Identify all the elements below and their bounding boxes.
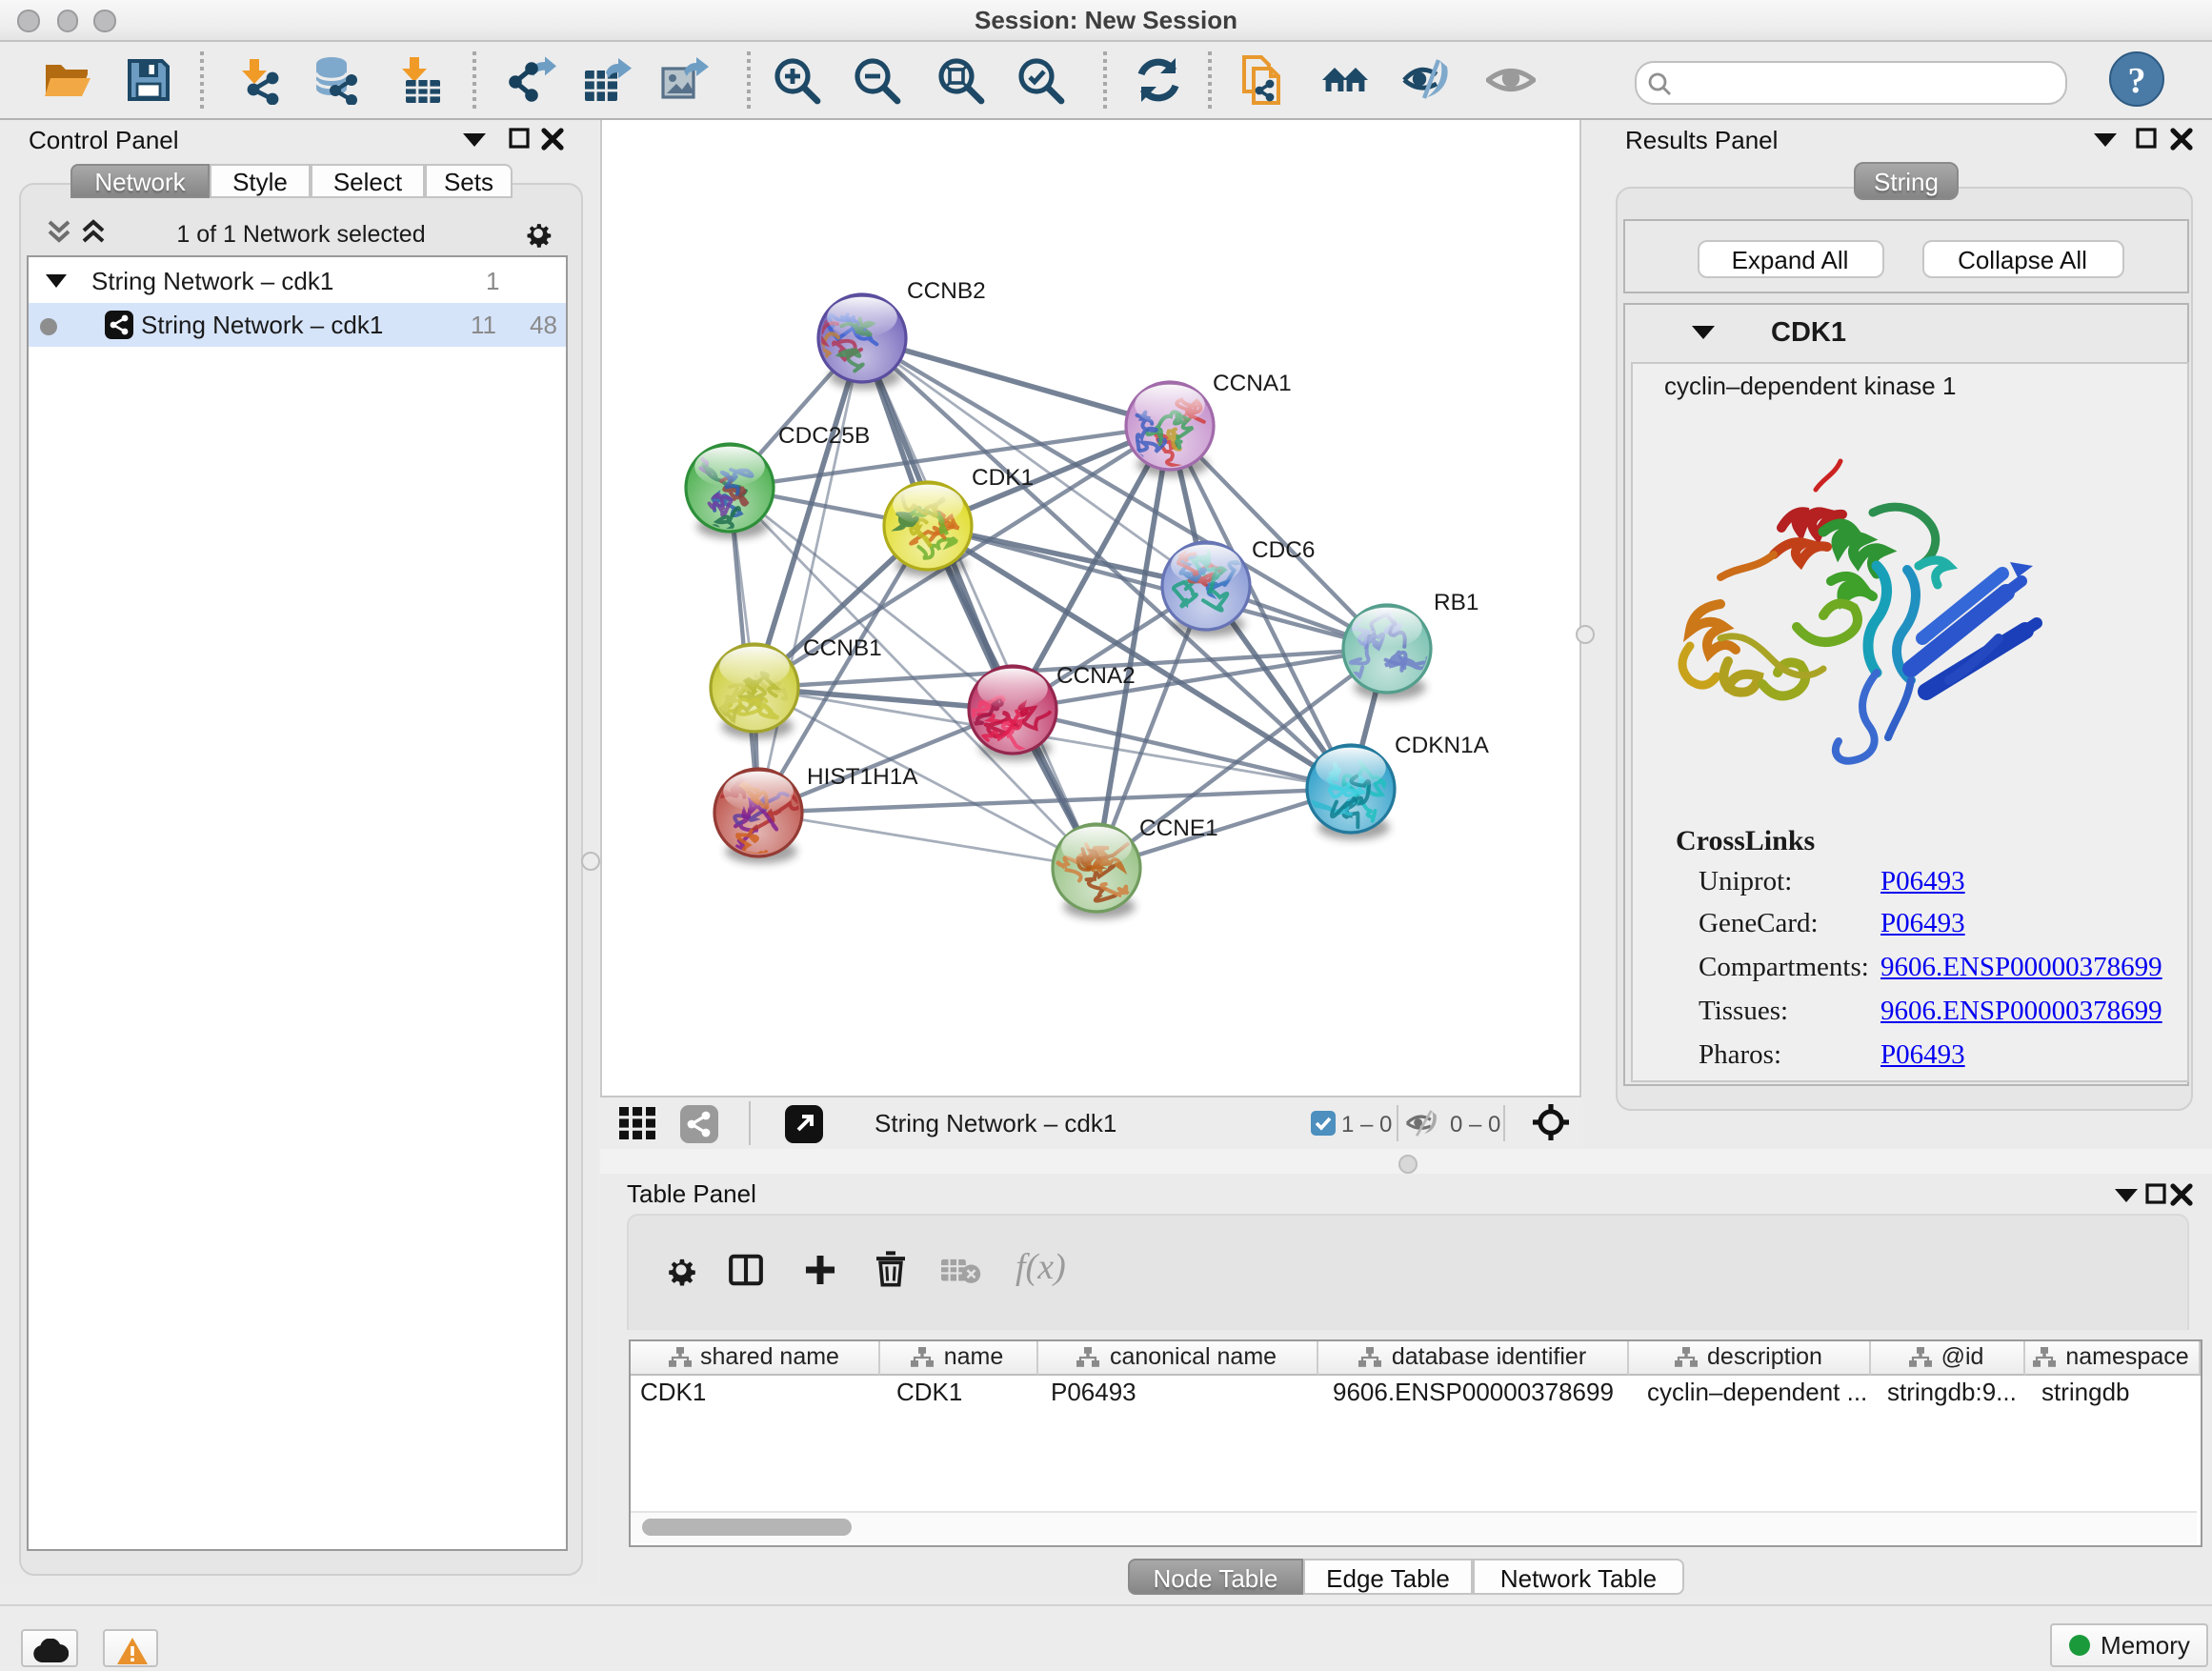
svg-text:CDK1: CDK1 — [972, 465, 1034, 491]
svg-text:HIST1H1A: HIST1H1A — [807, 764, 918, 790]
svg-text:CCNA2: CCNA2 — [1056, 663, 1136, 689]
svg-text:CDC25B: CDC25B — [778, 423, 870, 449]
svg-text:RB1: RB1 — [1434, 590, 1478, 615]
svg-text:CDKN1A: CDKN1A — [1395, 733, 1490, 758]
svg-text:CCNB2: CCNB2 — [907, 278, 986, 304]
svg-text:CCNB1: CCNB1 — [803, 635, 882, 661]
svg-text:CDC6: CDC6 — [1252, 537, 1315, 563]
svg-text:CCNA1: CCNA1 — [1213, 371, 1292, 396]
svg-text:CCNE1: CCNE1 — [1139, 815, 1218, 841]
svg-text:?: ? — [2128, 61, 2146, 101]
